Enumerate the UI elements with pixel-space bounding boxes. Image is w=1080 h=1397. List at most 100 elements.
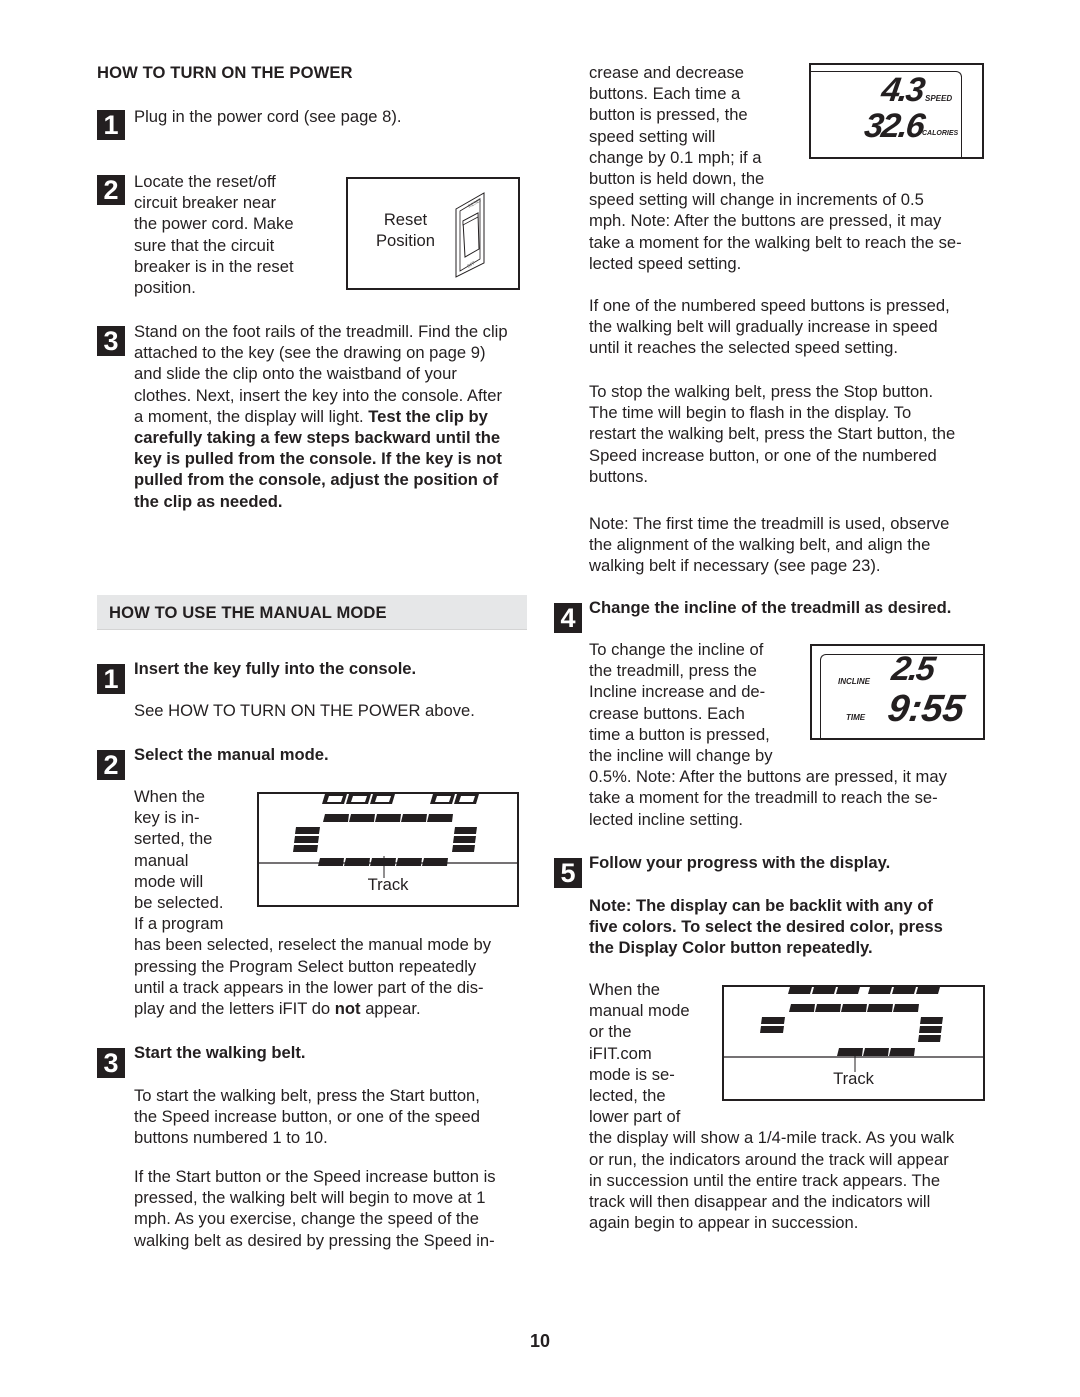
section-heading-band: HOW TO USE THE MANUAL MODE — [97, 595, 527, 630]
lcd-digits-top — [322, 794, 479, 804]
calories-label: CALORIES — [922, 130, 959, 137]
speed-calories-display: 4.3 SPEED 32.6 CALORIES — [809, 63, 984, 159]
text-line: and slide the clip onto the waistband of… — [134, 364, 457, 384]
text-line: To start the walking belt, press the Sta… — [134, 1086, 480, 1105]
text-line: circuit breaker near — [134, 193, 277, 213]
text-line: lower part of — [589, 1107, 681, 1127]
text-line: clothes. Next, insert the key into the c… — [134, 385, 503, 405]
breaker-label: Reset Position — [348, 209, 463, 251]
step-number-badge: 5 — [554, 858, 582, 888]
text-line: 0.5%. Note: After the buttons are presse… — [589, 767, 947, 787]
text-line: the walking belt will gradually increase… — [589, 317, 938, 337]
step-number-badge: 3 — [97, 326, 125, 356]
lcd-digits-top — [788, 987, 940, 994]
step-title: Insert the key fully into the console. — [134, 659, 417, 678]
time-value: 9:55 — [885, 688, 968, 730]
text-line: the display will show a 1/4-mile track. … — [589, 1128, 955, 1148]
text-line: lected incline setting. — [589, 809, 744, 829]
text-line: take a moment for the walking belt to re… — [589, 232, 962, 252]
text-line: sure that the circuit — [134, 235, 275, 255]
speed-label: SPEED — [925, 94, 953, 103]
step-title: Start the walking belt. — [134, 1043, 306, 1062]
warning-text: Test the clip by — [368, 406, 488, 426]
section-heading-power: HOW TO TURN ON THE POWER — [97, 63, 353, 82]
text-line: pressed, the walking belt will begin to … — [134, 1188, 486, 1208]
text-line: buttons numbered 1 to 10. — [134, 1128, 328, 1148]
text-line: the alignment of the walking belt, and a… — [589, 535, 931, 555]
warning-text: the clip as needed. — [134, 491, 283, 511]
incline-label: INCLINE — [838, 677, 870, 686]
text-line: If one of the numbered speed buttons is … — [589, 296, 950, 315]
breaker-figure: Reset Position RESET OFF — [346, 177, 520, 290]
text-line: To stop the walking belt, press the Stop… — [589, 382, 934, 401]
text-line: or run, the indicators around the track … — [589, 1149, 949, 1169]
text-line: in succession until the entire track app… — [589, 1170, 941, 1190]
warning-text: pulled from the console, adjust the posi… — [134, 470, 499, 490]
text-line: The time will begin to flash in the disp… — [589, 403, 912, 423]
step-text: See HOW TO TURN ON THE POWER above. — [134, 701, 475, 720]
text-line: restart the walking belt, press the Star… — [589, 424, 956, 444]
backlight-note: Note: The display can be backlit with an… — [589, 895, 943, 959]
step-text-block: To start the walking belt, press the Sta… — [134, 1085, 480, 1149]
text-block-stop: To stop the walking belt, press the Stop… — [589, 381, 955, 487]
step-title: Follow your progress with the display. — [589, 853, 891, 872]
text-line: buttons. — [589, 466, 649, 486]
step-title: Select the manual mode. — [134, 745, 329, 764]
time-label: TIME — [846, 713, 866, 722]
text-line: track will then disappear and the indica… — [589, 1192, 931, 1212]
track-label: Track — [367, 875, 409, 894]
text-line: lected speed setting. — [589, 253, 742, 273]
track-indicators-left — [293, 827, 320, 852]
emphasis-text: not — [334, 999, 361, 1019]
text-line: speed setting will change in increments … — [589, 190, 924, 210]
text-line: mph. As you exercise, change the speed o… — [134, 1209, 480, 1229]
text-line: five colors. To select the desired color… — [589, 917, 943, 937]
text-line: pressing the Program Select button repea… — [134, 956, 477, 976]
track-indicators-left — [760, 1017, 785, 1033]
text-line: Note: The first time the treadmill is us… — [589, 514, 950, 533]
track-indicators-bottom — [837, 1048, 915, 1056]
step-number-badge: 4 — [554, 603, 582, 633]
text-line: take a moment for the treadmill to reach… — [589, 788, 938, 808]
section-heading-manual: HOW TO USE THE MANUAL MODE — [109, 603, 387, 622]
text-line: If the Start button or the Speed increas… — [134, 1167, 496, 1186]
text-span: appear. — [360, 999, 421, 1019]
track-progress-figure: Track — [722, 985, 985, 1101]
calories-value: 32.6 — [862, 107, 926, 145]
incline-time-display: INCLINE 2.5 TIME 9:55 — [810, 644, 985, 740]
step-number-badge: 2 — [97, 175, 125, 205]
text-line: again begin to appear in succession. — [589, 1213, 859, 1233]
text-line: play and the letters iFIT do not appear. — [134, 998, 491, 1019]
step-number-badge: 1 — [97, 110, 125, 140]
step-title: Change the incline of the treadmill as d… — [589, 598, 952, 617]
text-block-numbered-speed: If one of the numbered speed buttons is … — [589, 295, 950, 359]
text-line: mph. Note: After the buttons are pressed… — [589, 211, 942, 231]
track-indicators-right — [918, 1017, 943, 1042]
text-line: Note: The display can be backlit with an… — [589, 896, 933, 915]
track-indicators-bottom — [318, 858, 448, 866]
text-line: walking belt if necessary (see page 23). — [589, 556, 881, 576]
text-line: Stand on the foot rails of the treadmill… — [134, 322, 508, 341]
page-number: 10 — [529, 1331, 551, 1351]
step-number-badge: 2 — [97, 750, 125, 780]
track-label: Track — [833, 1069, 874, 1088]
text-line: position. — [134, 278, 196, 298]
text-block-note-alignment: Note: The first time the treadmill is us… — [589, 513, 949, 577]
track-display-figure: Track — [257, 792, 519, 907]
warning-text: key is pulled from the console. If the k… — [134, 449, 502, 469]
step-number-badge: 1 — [97, 664, 125, 694]
text-line: Speed increase button, or one of the num… — [589, 445, 937, 465]
text-line: breaker is in the reset — [134, 256, 294, 276]
track-indicators-right — [452, 827, 477, 852]
text-span: a moment, the display will light. — [134, 406, 369, 426]
step-number-badge: 3 — [97, 1048, 125, 1078]
breaker-switch-icon: RESET OFF — [455, 192, 485, 278]
text-line: until it reaches the selected speed sett… — [589, 338, 899, 358]
warning-text: carefully taking a few steps backward un… — [134, 428, 501, 448]
text-line: If a program — [134, 914, 224, 934]
text-line: Locate the reset/off — [134, 172, 276, 191]
text-line: the power cord. Make — [134, 214, 294, 234]
text-line: a moment, the display will light. Test t… — [134, 406, 508, 427]
text-line: the Display Color button repeatedly. — [589, 938, 873, 958]
step-text: Plug in the power cord (see page 8). — [134, 107, 402, 126]
